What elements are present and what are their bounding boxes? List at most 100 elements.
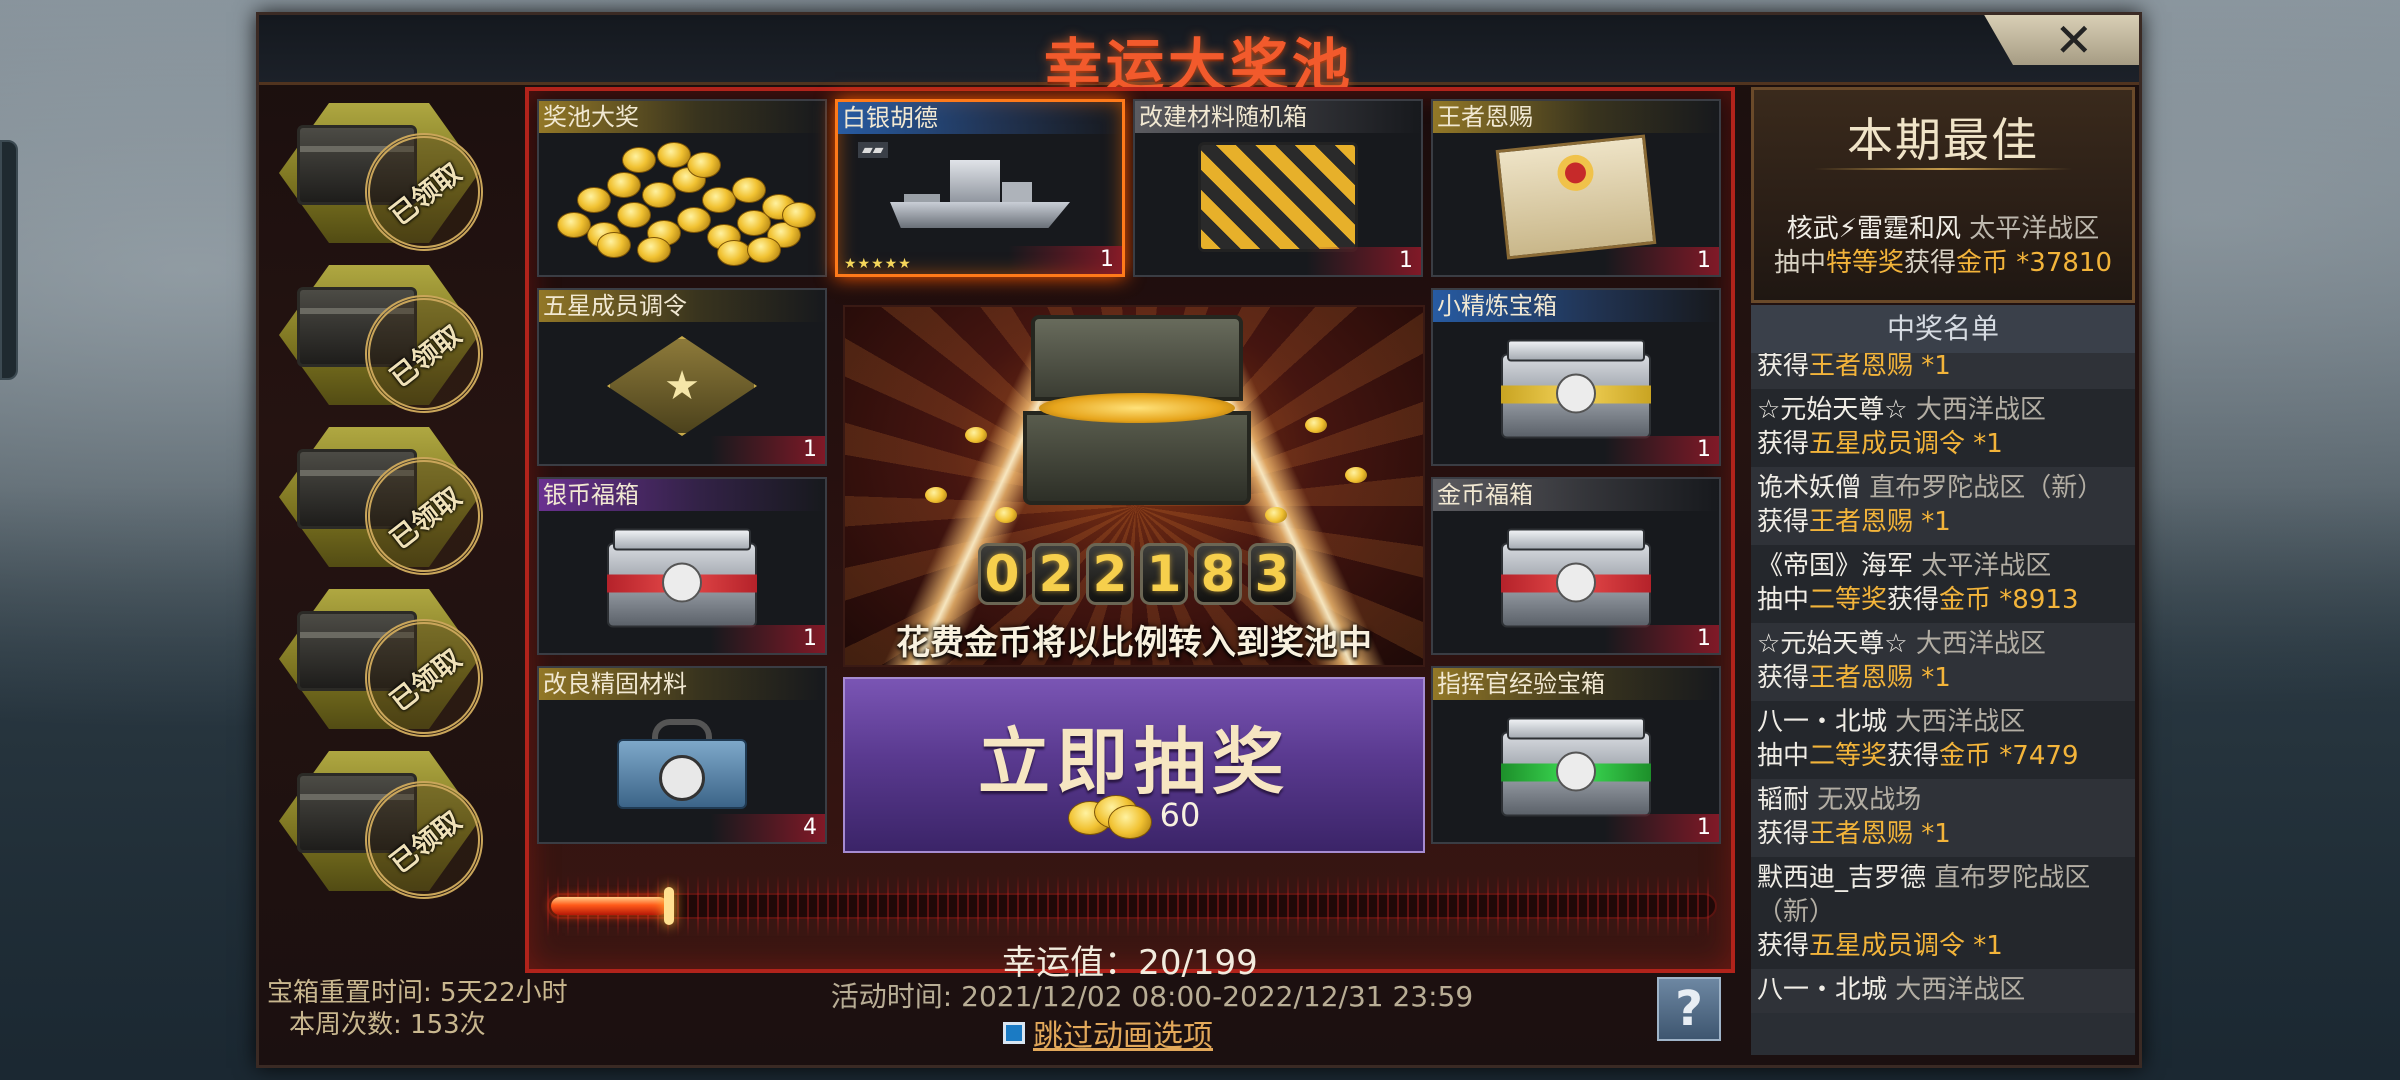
winner-action: 获得 — [1757, 351, 1810, 381]
milestone-chest[interactable]: 已领取 — [269, 419, 507, 599]
winner-region: 大西洋战区 — [1895, 975, 2026, 1005]
prize-name: 奖池大奖 — [539, 101, 825, 133]
lucky-jackpot-window: 幸运大奖池 ✕ 已领取 已领取 已领取 已领取 已领取 宝箱重置时间: 5天22… — [256, 12, 2142, 1068]
prize-name: 指挥官经验宝箱 — [1433, 668, 1719, 700]
milestone-chest[interactable]: 已领取 — [269, 257, 507, 437]
counter-digit: 0 — [978, 543, 1026, 605]
jackpot-display: 0 2 2 1 8 3 花费金币将以比例转入到奖池中 — [843, 305, 1425, 667]
winners-list[interactable]: 获得王者恩赐 *1 ☆元始天尊☆ 大西洋战区 获得五星成员调令 *1 诡术妖僧 直布罗… — [1751, 345, 2135, 1013]
skip-animation-toggle[interactable]: 跳过动画选项 — [1003, 1011, 1213, 1055]
prize-name: 金币福箱 — [1433, 479, 1719, 511]
coin-icon — [622, 147, 656, 173]
winner-name-line: 《帝国》海军 太平洋战区 — [1757, 549, 2129, 583]
winner-action: 获得 — [1757, 507, 1810, 537]
count-bar — [539, 436, 825, 464]
winner-prize: 二等奖 — [1809, 585, 1888, 615]
certificate-image — [1495, 134, 1657, 260]
prize-tile-upgrade-material[interactable]: 改良精固材料 4 — [537, 666, 827, 844]
winner-row: ☆元始天尊☆ 大西洋战区 获得王者恩赐 *1 — [1751, 623, 2135, 701]
winner-action: 抽中 — [1757, 585, 1810, 615]
coin-icon — [995, 507, 1017, 523]
draw-now-button[interactable]: 立即抽奖 60 — [843, 677, 1425, 853]
weekly-draw-count: 本周次数: 153次 — [289, 1010, 486, 1040]
coin-icon — [717, 240, 751, 266]
close-icon[interactable]: ✕ — [2054, 15, 2093, 65]
best-prize-line: 抽中特等奖获得金币 *37810 — [1754, 242, 2132, 279]
best-player-line: 核武⚡雷霆和风 太平洋战区 — [1754, 208, 2132, 245]
coin-icon — [1305, 417, 1327, 433]
winner-name-line: ☆元始天尊☆ 大西洋战区 — [1757, 393, 2129, 427]
winner-prize-line: 获得王者恩赐 *1 — [1757, 817, 2129, 851]
prize-count: 1 — [1697, 626, 1711, 651]
prize-tile-gold-box[interactable]: 金币福箱 1 — [1431, 477, 1721, 655]
winner-row: 八一・北城 大西洋战区 抽中二等奖获得金币 *7479 — [1751, 701, 2135, 779]
luck-progress-track — [547, 893, 1717, 919]
coin-icon — [965, 427, 987, 443]
claimed-label: 已领取 — [384, 319, 468, 394]
winner-prize-line: 获得王者恩赐 *1 — [1757, 661, 2129, 695]
winner-action: 获得 — [1757, 429, 1810, 459]
prize-name: 小精炼宝箱 — [1433, 290, 1719, 322]
winners-title: 中奖名单 — [1751, 305, 2135, 353]
skip-animation-checkbox[interactable] — [1003, 1022, 1025, 1044]
prize-tile-hood[interactable]: 白银胡德 ▰▰ ★★★★★ 1 — [835, 99, 1125, 277]
coin-icon — [677, 207, 711, 233]
prize-name: 白银胡德 — [838, 102, 1122, 134]
milestone-chest[interactable]: 已领取 — [269, 581, 507, 761]
winner-row: 默西迪_吉罗德 直布罗陀战区（新） 获得五星成员调令 *1 — [1751, 857, 2135, 969]
claimed-label: 已领取 — [384, 805, 468, 880]
best-of-period-panel: 本期最佳 核武⚡雷霆和风 太平洋战区 抽中特等奖获得金币 *37810 — [1751, 87, 2135, 303]
activity-time: 活动时间: 2021/12/02 08:00-2022/12/31 23:59 — [830, 980, 1474, 1013]
count-bar — [838, 246, 1122, 274]
winner-row: 韬耐 无双战场 获得王者恩赐 *1 — [1751, 779, 2135, 857]
prize-tile-refine-box[interactable]: 小精炼宝箱 1 — [1431, 288, 1721, 466]
help-icon[interactable]: ? — [1675, 981, 1703, 1037]
coin-icon — [1345, 467, 1367, 483]
coin-icon — [687, 152, 721, 178]
metal-box-image — [607, 523, 757, 628]
chest-info: 宝箱重置时间: 5天22小时 本周次数: 153次 — [267, 977, 597, 1041]
prize-tile-jackpot[interactable]: 奖池大奖 — [537, 99, 827, 277]
winner-action: 抽中 — [1757, 741, 1810, 771]
best-prize: 特等奖 — [1826, 248, 1905, 278]
milestone-chest[interactable]: 已领取 — [269, 95, 507, 275]
count-bar — [1135, 247, 1421, 275]
prize-tile-commander-exp-box[interactable]: 指挥官经验宝箱 1 — [1431, 666, 1721, 844]
counter-digit: 3 — [1248, 543, 1296, 605]
prize-tile-king-grace[interactable]: 王者恩赐 1 — [1431, 99, 1721, 277]
best-player-region: 太平洋战区 — [1969, 214, 2100, 244]
treasure-chest-icon — [1023, 315, 1251, 505]
help-button[interactable]: ? — [1657, 977, 1721, 1041]
winner-name-line: ☆元始天尊☆ 大西洋战区 — [1757, 627, 2129, 661]
winner-prize: 王者恩赐 *1 — [1809, 351, 1951, 381]
winner-name: 《帝国》海军 — [1757, 551, 1914, 581]
winner-action: 获得 — [1757, 663, 1810, 693]
winner-mid: 获得 — [1887, 741, 1940, 771]
winner-name-line: 韬耐 无双战场 — [1757, 783, 2129, 817]
winner-region: 直布罗陀战区（新） — [1869, 473, 2104, 503]
coin-icon — [657, 142, 691, 168]
winner-prize: 二等奖 — [1809, 741, 1888, 771]
prize-tile-five-star-order[interactable]: 五星成员调令 ★ 1 — [537, 288, 827, 466]
milestone-chest[interactable]: 已领取 — [269, 743, 507, 923]
counter-digit: 1 — [1140, 543, 1188, 605]
winner-region: 太平洋战区 — [1921, 551, 2052, 581]
divider — [1814, 168, 2072, 170]
prize-count: 4 — [803, 815, 817, 840]
coin-icon — [702, 187, 736, 213]
winner-region: 大西洋战区 — [1895, 707, 2026, 737]
winner-row: 《帝国》海军 太平洋战区 抽中二等奖获得金币 *8913 — [1751, 545, 2135, 623]
winner-prize: 王者恩赐 *1 — [1809, 507, 1951, 537]
coin-icon — [732, 177, 766, 203]
prize-tile-refit-box[interactable]: 改建材料随机箱 1 — [1133, 99, 1423, 277]
winners-list-panel[interactable]: 获得王者恩赐 *1 ☆元始天尊☆ 大西洋战区 获得五星成员调令 *1 诡术妖僧 直布罗… — [1751, 305, 2135, 1055]
prize-tile-silver-box[interactable]: 银币福箱 1 — [537, 477, 827, 655]
winner-prize: 五星成员调令 *1 — [1809, 429, 2003, 459]
winner-prize-line: 获得王者恩赐 *1 — [1757, 505, 2129, 539]
side-drawer-handle[interactable] — [0, 140, 18, 380]
skip-animation-label[interactable]: 跳过动画选项 — [1033, 1011, 1213, 1055]
winner-prize: 王者恩赐 *1 — [1809, 819, 1951, 849]
prize-count: 1 — [803, 437, 817, 462]
coin-icon — [577, 187, 611, 213]
metal-box-image — [1501, 334, 1651, 439]
